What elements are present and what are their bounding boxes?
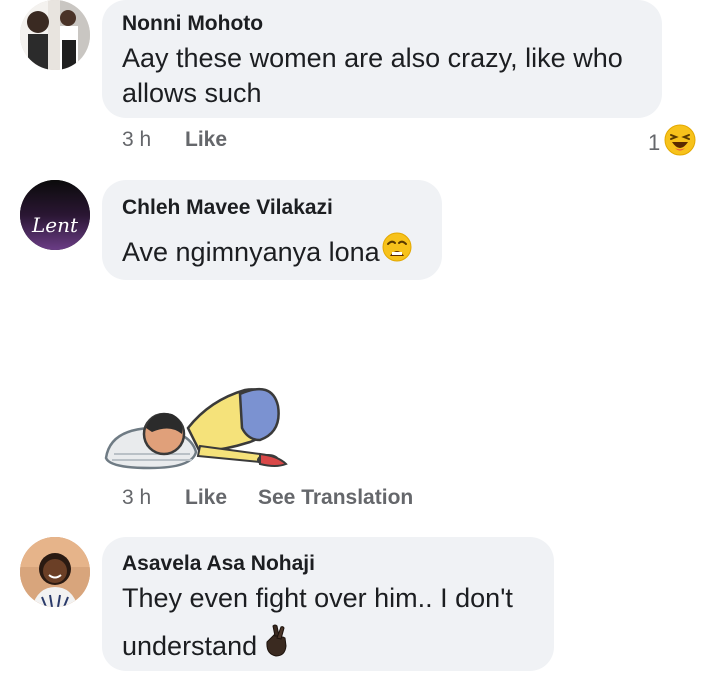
see-translation-link[interactable]: See Translation [258, 486, 413, 510]
comment-text-line: Aay these women are also crazy, like who [122, 43, 623, 73]
avatar-nonni-mohoto[interactable] [20, 0, 90, 70]
reaction-count: 1 [648, 129, 661, 155]
weary-face-emoji-icon [382, 232, 412, 271]
comment-author[interactable]: Nonni Mohoto [122, 12, 263, 36]
laughing-emoji-icon [664, 124, 696, 161]
comment-timestamp[interactable]: 3 h [122, 128, 151, 152]
avatar-asavela-asa-nohaji[interactable] [20, 537, 90, 607]
comment-text-line: allows such [122, 78, 262, 108]
comment-text: understand [122, 630, 258, 661]
like-button[interactable]: Like [185, 128, 227, 152]
comment-text-line: Ave ngimnyanya lona [122, 232, 412, 271]
comment-text: Ave ngimnyanya lona [122, 236, 380, 267]
comment-timestamp[interactable]: 3 h [122, 486, 151, 510]
reaction-summary[interactable]: 1 [648, 124, 696, 161]
comment-author[interactable]: Asavela Asa Nohaji [122, 552, 315, 576]
avatar-photo [20, 0, 90, 70]
avatar-chleh-mavee-vilakazi[interactable]: Lent [20, 180, 90, 250]
avatar-photo [20, 537, 90, 607]
comment-text-line: understand [122, 624, 289, 667]
avatar-text: Lent [31, 213, 79, 237]
bowing-person-sticker[interactable] [100, 380, 300, 472]
avatar-photo: Lent [20, 180, 90, 250]
like-button[interactable]: Like [185, 486, 227, 510]
comment-author[interactable]: Chleh Mavee Vilakazi [122, 196, 333, 220]
crossed-fingers-emoji-icon [263, 624, 289, 667]
comment-text-line: They even fight over him.. I don't [122, 583, 513, 613]
